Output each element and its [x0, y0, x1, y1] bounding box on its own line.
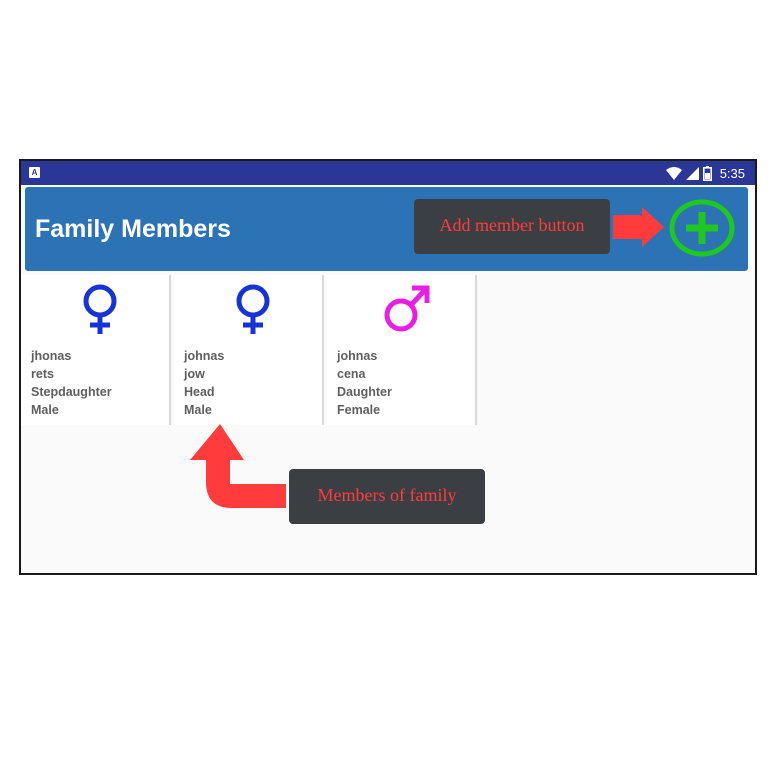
arrow-to-members [190, 424, 286, 508]
arrow-to-add-button [613, 207, 664, 247]
annotation-arrows [190, 207, 664, 508]
